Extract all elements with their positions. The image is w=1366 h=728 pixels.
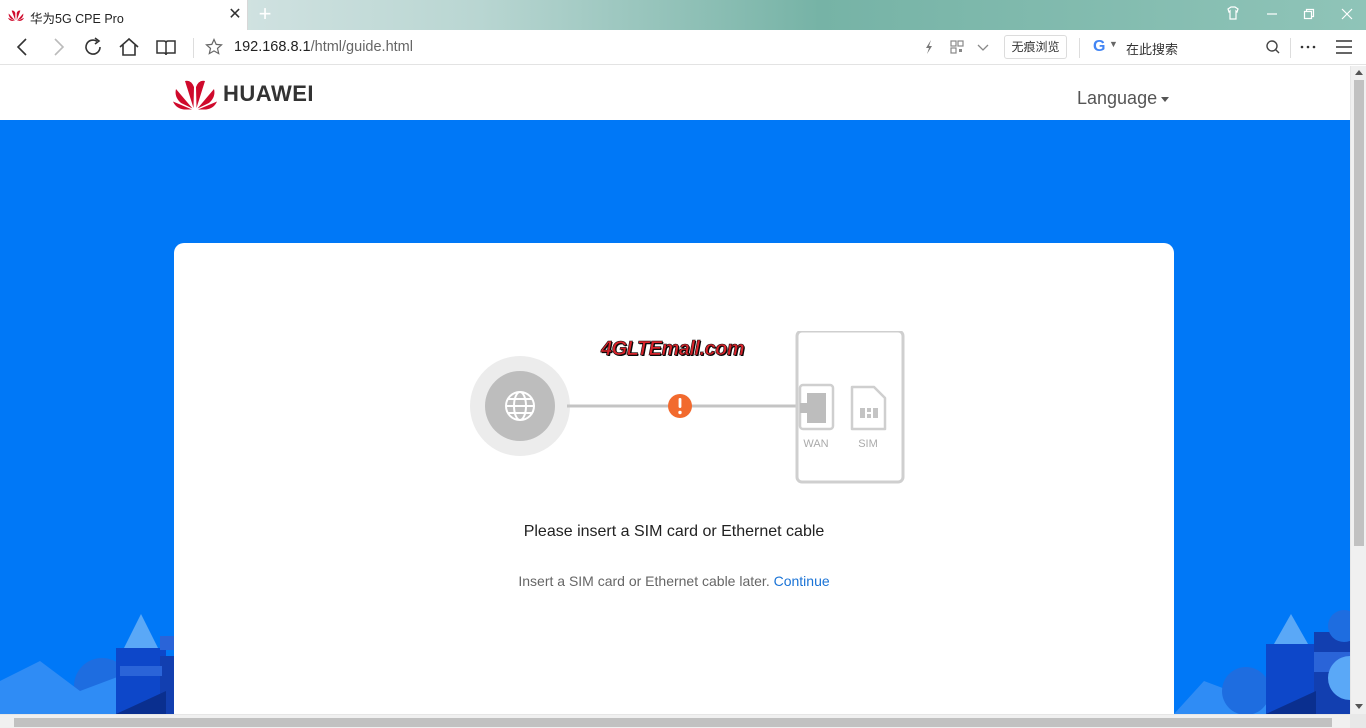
- scroll-down-icon[interactable]: [1355, 704, 1363, 709]
- qrcode-icon[interactable]: [948, 35, 966, 59]
- reading-mode-icon[interactable]: [153, 35, 179, 59]
- huawei-logo-icon: [173, 80, 217, 110]
- reload-icon[interactable]: [81, 35, 107, 59]
- search-input[interactable]: 在此搜索: [1126, 39, 1178, 58]
- incognito-button[interactable]: 无痕浏览: [1004, 35, 1067, 59]
- toolbar-divider: [1290, 38, 1291, 58]
- language-dropdown[interactable]: Language: [1077, 88, 1170, 109]
- browser-toolbar: 192.168.8.1/html/guide.html 无痕浏览 G ▼ 在此搜…: [0, 30, 1366, 65]
- home-icon[interactable]: [116, 35, 142, 59]
- continue-link[interactable]: Continue: [774, 573, 830, 589]
- sim-slot-icon: [850, 385, 887, 431]
- huawei-favicon-icon: [8, 10, 24, 21]
- tab-close-icon[interactable]: ✕: [228, 6, 242, 24]
- back-icon[interactable]: [10, 35, 36, 59]
- vertical-scrollbar[interactable]: [1350, 66, 1366, 714]
- wan-label: WAN: [803, 438, 828, 450]
- toolbar-divider: [193, 38, 194, 58]
- site-header: HUAWEI Language: [0, 66, 1350, 120]
- horizontal-scroll-thumb[interactable]: [14, 718, 1332, 727]
- decorative-buildings-right: [1174, 610, 1350, 714]
- skin-icon[interactable]: [1222, 6, 1244, 24]
- search-engine-icon[interactable]: G: [1093, 38, 1105, 56]
- brand-name: HUAWEI: [223, 81, 314, 106]
- toolbar-divider: [1079, 38, 1080, 58]
- hamburger-menu-icon[interactable]: [1333, 35, 1355, 59]
- lightning-icon[interactable]: [920, 35, 938, 59]
- chevron-down-icon[interactable]: [974, 35, 992, 59]
- guide-headline: Please insert a SIM card or Ethernet cab…: [523, 523, 825, 540]
- horizontal-scrollbar[interactable]: [0, 714, 1350, 728]
- guide-card: WAN SIM 4GLTEmall.com Please insert a SI…: [174, 243, 1174, 714]
- huawei-logo[interactable]: HUAWEI: [173, 78, 314, 110]
- tab-title: 华为5G CPE Pro: [30, 12, 124, 26]
- scroll-up-icon[interactable]: [1355, 70, 1363, 75]
- page-viewport: HUAWEI Language WAN SIM 4GLTEmall.com Pl…: [0, 66, 1350, 714]
- language-label: Language: [1077, 88, 1158, 108]
- search-icon[interactable]: [1262, 35, 1284, 59]
- watermark-text: 4GLTEmall.com: [601, 338, 745, 361]
- minimize-icon[interactable]: [1261, 6, 1283, 24]
- browser-tab-bar: 华为5G CPE Pro ✕ +: [0, 0, 1366, 30]
- scrollbar-corner: [1350, 714, 1366, 728]
- url-path: /html/guide.html: [310, 39, 413, 55]
- sim-label: SIM: [858, 438, 878, 450]
- guide-subline: Insert a SIM card or Ethernet cable late…: [174, 573, 1174, 589]
- bookmark-star-icon[interactable]: [205, 38, 223, 56]
- forward-icon[interactable]: [45, 35, 71, 59]
- restore-icon[interactable]: [1298, 6, 1320, 24]
- address-bar[interactable]: 192.168.8.1/html/guide.html: [234, 39, 413, 55]
- subline-text: Insert a SIM card or Ethernet cable late…: [518, 573, 770, 589]
- browser-tab[interactable]: 华为5G CPE Pro ✕: [0, 0, 248, 30]
- more-menu-icon[interactable]: [1297, 35, 1319, 59]
- decorative-buildings-left: [0, 614, 174, 714]
- window-close-icon[interactable]: [1336, 6, 1358, 24]
- engine-dropdown-icon[interactable]: ▼: [1109, 39, 1118, 49]
- wan-port-icon: [798, 383, 835, 431]
- new-tab-button[interactable]: +: [255, 3, 275, 25]
- caret-down-icon: [1161, 96, 1170, 102]
- search-box[interactable]: G ▼ 在此搜索: [1088, 35, 1268, 59]
- vertical-scroll-thumb[interactable]: [1354, 80, 1364, 546]
- url-host: 192.168.8.1: [234, 39, 311, 55]
